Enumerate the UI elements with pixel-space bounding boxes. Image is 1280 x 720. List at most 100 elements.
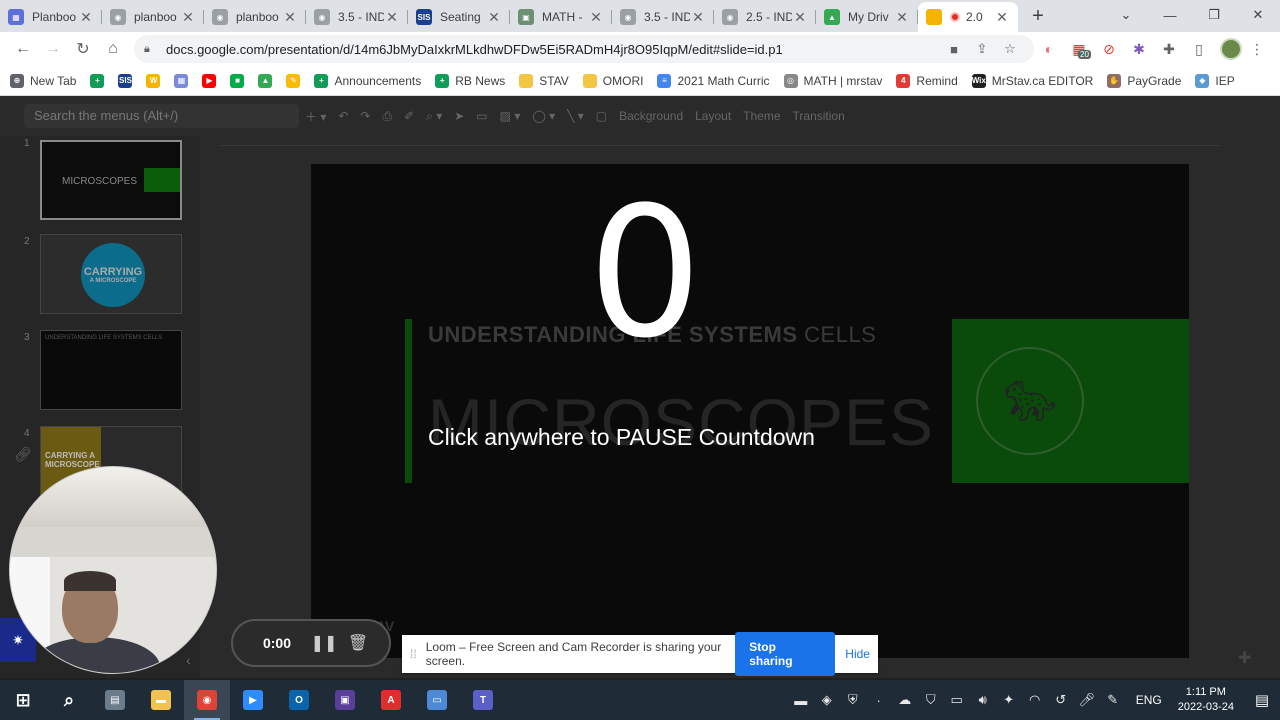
- security-tray-icon[interactable]: ⛨: [840, 692, 866, 708]
- taskbar-task-manager[interactable]: ▤: [92, 680, 138, 720]
- browser-tab[interactable]: ▦ Planboo ✕: [0, 2, 102, 32]
- restore-icon[interactable]: ❐: [1192, 0, 1236, 30]
- drag-handle-icon[interactable]: ⁞⁞: [410, 647, 426, 661]
- bookmark-item[interactable]: ▶: [202, 73, 217, 88]
- slide-thumbnail-2[interactable]: CARRYING A MICROSCOPE: [40, 234, 182, 314]
- close-tab-icon[interactable]: ✕: [180, 9, 196, 26]
- stop-sharing-button[interactable]: Stop sharing: [735, 632, 836, 676]
- toolbar-theme[interactable]: Theme: [743, 109, 780, 123]
- close-tab-icon[interactable]: ✕: [994, 9, 1010, 26]
- dot-tray-icon[interactable]: ·: [866, 693, 892, 708]
- toolbar-layout[interactable]: Layout: [695, 109, 731, 123]
- loom-extension-icon[interactable]: ◐: [1034, 34, 1064, 64]
- explore-icon[interactable]: ✚: [1238, 648, 1251, 668]
- bookmark-item[interactable]: W: [146, 73, 161, 88]
- bookmark-item[interactable]: + Announcements: [314, 73, 421, 88]
- forward-icon[interactable]: →: [38, 34, 68, 64]
- browser-tab[interactable]: ◉ 2.5 - IND ✕: [714, 2, 816, 32]
- taskbar-start[interactable]: ⊞: [0, 680, 46, 720]
- cloud-off-icon[interactable]: ☁: [892, 692, 918, 708]
- file-explorer-tray-icon[interactable]: ▬: [788, 693, 814, 708]
- browser-tab[interactable]: ▲ My Driv ✕: [816, 2, 918, 32]
- calendar-extension-icon[interactable]: ▦ 20: [1064, 34, 1094, 64]
- browser-tab[interactable]: SIS Seating ✕: [408, 2, 510, 32]
- browser-tab[interactable]: ▣ MATH - ✕: [510, 2, 612, 32]
- notification-icon[interactable]: ▤: [1244, 691, 1280, 709]
- redo-icon[interactable]: ↷: [360, 109, 370, 123]
- reload-icon[interactable]: ↻: [68, 34, 98, 64]
- wifi-icon[interactable]: ◠: [1022, 692, 1048, 708]
- undo-icon[interactable]: ↶: [338, 109, 348, 123]
- taskbar-zoom[interactable]: ▶: [230, 680, 276, 720]
- extensions-puzzle-icon[interactable]: ✚: [1154, 34, 1184, 64]
- volume-icon[interactable]: 🔊︎: [970, 692, 996, 708]
- bookmark-item[interactable]: STAV: [519, 73, 569, 88]
- browser-tab[interactable]: ◉ planboo ✕: [102, 2, 204, 32]
- webcam-bubble[interactable]: [9, 466, 217, 674]
- close-tab-icon[interactable]: ✕: [282, 9, 298, 26]
- paint-format-icon[interactable]: ✐: [404, 109, 414, 123]
- line-icon[interactable]: ╲ ▾: [567, 109, 584, 123]
- browser-tab[interactable]: ◉ 3.5 - IND ✕: [612, 2, 714, 32]
- new-slide-icon[interactable]: ＋ ▾: [305, 108, 326, 125]
- pen-icon[interactable]: ✎: [1100, 692, 1126, 708]
- block-extension-icon[interactable]: ⊘: [1094, 34, 1124, 64]
- microphone-icon[interactable]: 🎤︎: [1074, 692, 1100, 708]
- camera-icon[interactable]: ■: [940, 42, 968, 57]
- taskbar-notepad[interactable]: ▭: [414, 680, 460, 720]
- close-tab-icon[interactable]: ✕: [78, 9, 94, 26]
- taskbar-screen-app[interactable]: ▣: [322, 680, 368, 720]
- toolbar-background[interactable]: Background: [619, 109, 683, 123]
- taskbar-search[interactable]: ⌕: [46, 680, 92, 720]
- close-tab-icon[interactable]: ✕: [588, 9, 604, 26]
- bookmark-item[interactable]: SIS: [118, 73, 133, 88]
- taskbar-outlook[interactable]: O: [276, 680, 322, 720]
- close-tab-icon[interactable]: ✕: [690, 9, 706, 26]
- browser-tab[interactable]: ◉ 3.5 - IND ✕: [306, 2, 408, 32]
- bookmark-item[interactable]: + RB News: [435, 73, 505, 88]
- slide-thumbnail-1[interactable]: MICROSCOPES: [40, 140, 182, 220]
- textbox-icon[interactable]: ▭: [476, 109, 487, 123]
- loom-tray-icon[interactable]: ◈: [814, 692, 840, 708]
- language-indicator[interactable]: ENG: [1136, 693, 1162, 707]
- profile-avatar[interactable]: [1220, 38, 1242, 60]
- bookmark-item[interactable]: ◎ MATH | mrstav: [783, 73, 882, 88]
- slide-canvas[interactable]: UNDERSTANDING LIFE SYSTEMS CELLS MICROSC…: [311, 164, 1189, 658]
- back-icon[interactable]: ←: [8, 34, 38, 64]
- taskbar-file-explorer[interactable]: ▬: [138, 680, 184, 720]
- close-window-icon[interactable]: ✕: [1236, 0, 1280, 30]
- hide-button[interactable]: Hide: [845, 647, 870, 661]
- image-icon[interactable]: ▨ ▾: [500, 109, 521, 123]
- clock[interactable]: 1:11 PM 2022-03-24: [1178, 685, 1234, 715]
- toolbar-transition[interactable]: Transition: [793, 109, 845, 123]
- pause-icon[interactable]: ❚❚: [307, 633, 341, 653]
- refresh-tray-icon[interactable]: ↺: [1048, 692, 1074, 708]
- share-icon[interactable]: ⇪: [968, 41, 996, 57]
- url-text[interactable]: docs.google.com/presentation/d/14m6JbMyD…: [166, 42, 940, 57]
- bookmark-item[interactable]: OMORI: [582, 73, 643, 88]
- home-icon[interactable]: ⌂: [98, 34, 128, 64]
- trash-icon[interactable]: 🗑︎: [341, 633, 375, 653]
- new-tab-button[interactable]: +: [1024, 2, 1052, 30]
- taskbar-acrobat[interactable]: A: [368, 680, 414, 720]
- print-icon[interactable]: ⎙: [382, 109, 392, 124]
- comment-icon[interactable]: ▢: [596, 109, 607, 123]
- pause-countdown-hint[interactable]: Click anywhere to PAUSE Countdown: [428, 424, 815, 451]
- star-icon[interactable]: ☆: [996, 41, 1024, 57]
- taskbar-chrome[interactable]: ◉: [184, 680, 230, 720]
- shield-icon[interactable]: ⛉: [918, 692, 944, 708]
- close-tab-icon[interactable]: ✕: [384, 9, 400, 26]
- bookmark-item[interactable]: ✎: [286, 73, 301, 88]
- tab-search-icon[interactable]: ⌄: [1104, 0, 1148, 30]
- slide-thumbnail-3[interactable]: UNDERSTANDING LIFE SYSTEMS CELLS: [40, 330, 182, 410]
- bookmark-item[interactable]: ✋ PayGrade: [1107, 73, 1181, 88]
- bookmark-item[interactable]: ▦: [174, 73, 189, 88]
- close-tab-icon[interactable]: ✕: [894, 9, 910, 26]
- teams-tray-icon[interactable]: ✦: [996, 692, 1022, 708]
- bookmark-item[interactable]: ⊕ New Tab: [10, 73, 76, 88]
- color-extension-icon[interactable]: ✱: [1124, 34, 1154, 64]
- side-panel-icon[interactable]: ▯: [1184, 34, 1214, 64]
- close-tab-icon[interactable]: ✕: [486, 9, 502, 26]
- browser-tab[interactable]: ◉ planboo ✕: [204, 2, 306, 32]
- bookmark-item[interactable]: ≡ 2021 Math Curric: [657, 73, 770, 88]
